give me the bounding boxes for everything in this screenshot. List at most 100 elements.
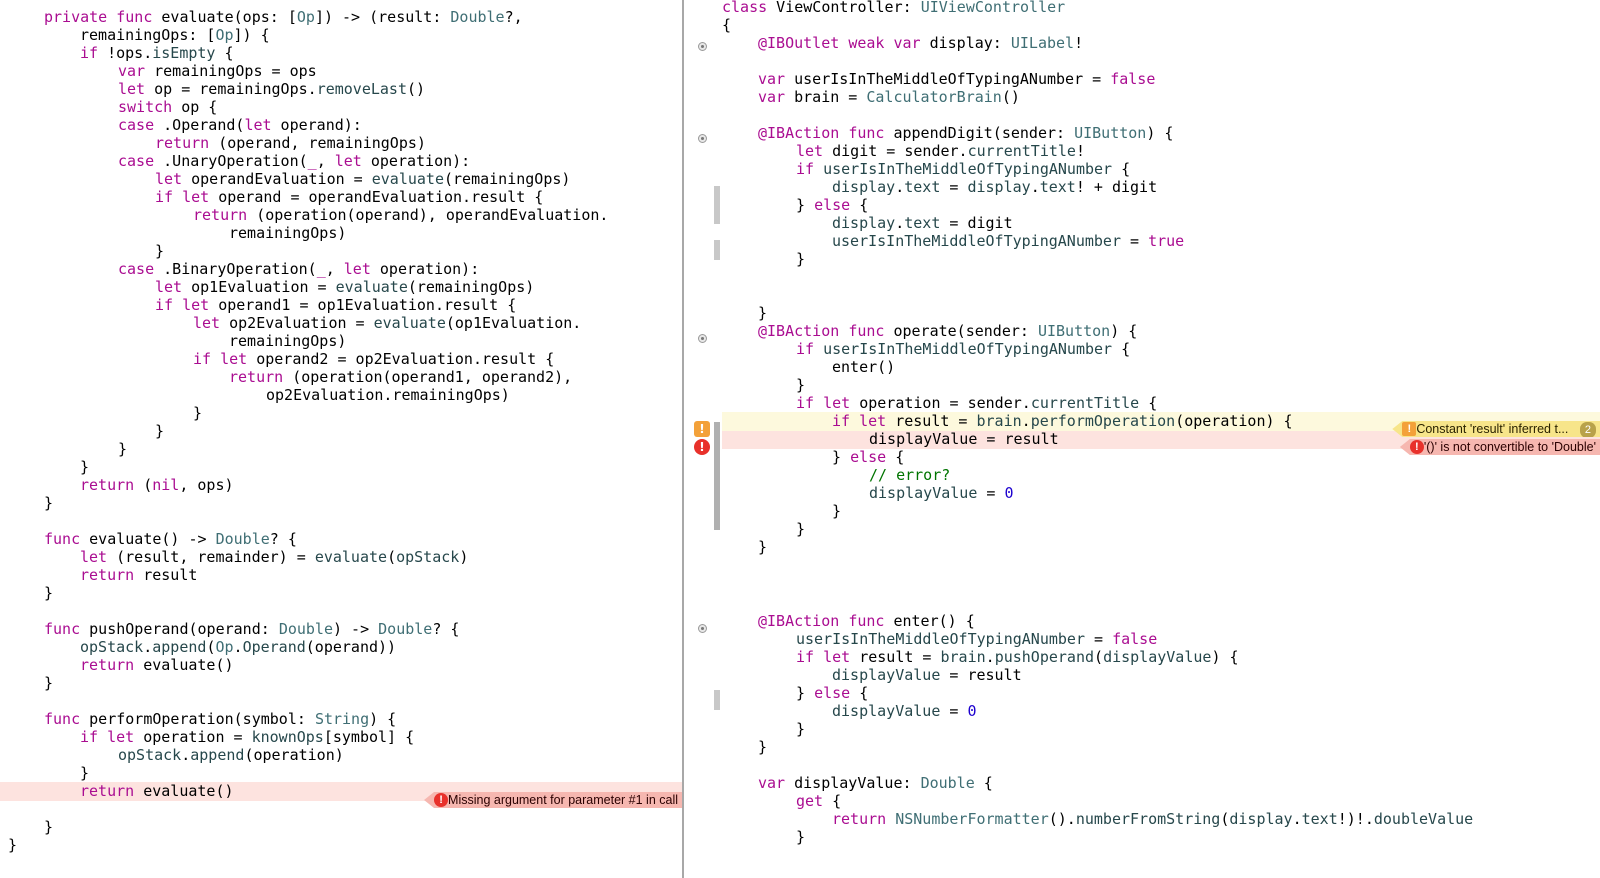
code-line[interactable]: displayValue = 0 [722,484,1600,503]
code-line[interactable]: @IBAction func enter() { [722,612,1600,631]
code-line[interactable]: } [722,720,1600,739]
code-token: ( [134,476,153,494]
code-line[interactable]: } [0,584,682,603]
code-line[interactable]: } [0,674,682,693]
code-line[interactable]: let operandEvaluation = evaluate(remaini… [0,170,682,189]
code-line[interactable]: } [0,242,682,261]
code-line[interactable]: if let operand = operandEvaluation.resul… [0,188,682,207]
code-line[interactable]: let (result, remainder) = evaluate(opSta… [0,548,682,567]
code-line[interactable]: displayValue = result [722,666,1600,685]
code-line[interactable]: func performOperation(symbol: String) { [0,710,682,729]
right-gutter[interactable]: ! ! [684,0,722,878]
breakpoint-marker[interactable] [698,134,707,143]
breakpoint-marker[interactable] [698,42,707,51]
code-line[interactable]: } [0,422,682,441]
code-line[interactable]: displayValue = 0 [722,702,1600,721]
code-line[interactable]: } [722,304,1600,323]
code-line[interactable]: userIsInTheMiddleOfTypingANumber = true [722,232,1600,251]
code-line[interactable]: } [722,828,1600,847]
code-line[interactable]: return (operand, remainingOps) [0,134,682,153]
code-line[interactable]: case .UnaryOperation(_, let operation): [0,152,682,171]
code-line[interactable]: private func evaluate(ops: [Op]) -> (res… [0,8,682,27]
code-line[interactable]: { [722,16,1600,35]
right-warning-badge[interactable]: ! Constant 'result' inferred t... 2 [1392,421,1600,437]
code-line[interactable]: if let operand2 = op2Evaluation.result { [0,350,682,369]
code-text: let operandEvaluation = evaluate(remaini… [155,170,570,189]
code-line[interactable]: } [722,738,1600,757]
code-line[interactable]: if userIsInTheMiddleOfTypingANumber { [722,340,1600,359]
code-line[interactable]: opStack.append(Op.Operand(operand)) [0,638,682,657]
code-line[interactable]: var userIsInTheMiddleOfTypingANumber = f… [722,70,1600,89]
code-line[interactable]: display.text = digit [722,214,1600,233]
code-line[interactable]: } [0,404,682,423]
code-line[interactable]: } [722,502,1600,521]
code-line[interactable]: remainingOps) [0,224,682,243]
breakpoint-marker[interactable] [698,624,707,633]
code-line[interactable]: op2Evaluation.remainingOps) [0,386,682,405]
code-line[interactable]: let op1Evaluation = evaluate(remainingOp… [0,278,682,297]
code-token: () [1001,88,1020,106]
code-line[interactable]: } [722,520,1600,539]
code-line[interactable]: } [0,458,682,477]
code-line[interactable]: } [0,836,682,855]
code-line[interactable]: return NSNumberFormatter().numberFromStr… [722,810,1600,829]
code-token: } [44,674,54,692]
code-line[interactable]: return result [0,566,682,585]
code-line[interactable]: if let operand1 = op1Evaluation.result { [0,296,682,315]
code-line[interactable]: if let operation = sender.currentTitle { [722,394,1600,413]
code-line[interactable]: if let result = brain.pushOperand(displa… [722,648,1600,667]
code-line[interactable]: remainingOps: [Op]) { [0,26,682,45]
code-line[interactable]: return evaluate() [0,656,682,675]
code-line[interactable]: func pushOperand(operand: Double) -> Dou… [0,620,682,639]
code-line[interactable]: return (operation(operand), operandEvalu… [0,206,682,225]
code-line[interactable]: var remainingOps = ops [0,62,682,81]
code-line[interactable]: case .BinaryOperation(_, let operation): [0,260,682,279]
code-token: if [796,648,815,666]
code-line[interactable]: @IBOutlet weak var display: UILabel! [722,34,1600,53]
code-line[interactable]: var brain = CalculatorBrain() [722,88,1600,107]
code-line[interactable]: } [722,538,1600,557]
code-line[interactable]: } [722,376,1600,395]
code-line[interactable]: let op2Evaluation = evaluate(op1Evaluati… [0,314,682,333]
code-line[interactable]: case .Operand(let operand): [0,116,682,135]
code-line[interactable]: class ViewController: UIViewController [722,0,1600,17]
code-line[interactable]: get { [722,792,1600,811]
code-line[interactable]: return (operation(operand1, operand2), [0,368,682,387]
code-token: = [940,702,968,720]
code-line[interactable]: } else { [722,196,1600,215]
code-line[interactable]: if userIsInTheMiddleOfTypingANumber { [722,160,1600,179]
code-line[interactable]: display.text = display.text! + digit [722,178,1600,197]
code-token: () [407,80,426,98]
code-line[interactable]: let op = remainingOps.removeLast() [0,80,682,99]
code-line[interactable]: return (nil, ops) [0,476,682,495]
code-line[interactable]: } [0,818,682,837]
code-line[interactable]: if let operation = knownOps[symbol] { [0,728,682,747]
code-line[interactable]: } [722,250,1600,269]
code-line[interactable]: func evaluate() -> Double? { [0,530,682,549]
code-line[interactable]: } [0,494,682,513]
error-icon[interactable]: ! [694,439,710,455]
code-line[interactable]: if !ops.isEmpty { [0,44,682,63]
code-line[interactable]: userIsInTheMiddleOfTypingANumber = false [722,630,1600,649]
left-editor-pane[interactable]: }} return evaluate()} opStack.append(opera… [0,0,682,878]
code-line[interactable]: remainingOps) [0,332,682,351]
code-line[interactable]: } else { [722,684,1600,703]
breakpoint-marker[interactable] [698,334,707,343]
left-error-badge[interactable]: ! Missing argument for parameter #1 in c… [424,792,682,808]
code-token: evaluate [373,314,446,332]
code-line[interactable]: switch op { [0,98,682,117]
right-editor-pane[interactable]: } return NSNumberFormatter().numberFromSt… [722,0,1600,878]
code-line[interactable]: opStack.append(operation) [0,746,682,765]
code-line[interactable]: enter() [722,358,1600,377]
code-line[interactable]: @IBAction func appendDigit(sender: UIBut… [722,124,1600,143]
code-line[interactable]: } [0,764,682,783]
code-line[interactable]: var displayValue: Double { [722,774,1600,793]
code-line[interactable]: // error? [722,466,1600,485]
code-line[interactable]: let digit = sender.currentTitle! [722,142,1600,161]
code-line[interactable]: } [0,440,682,459]
code-line[interactable]: @IBAction func operate(sender: UIButton)… [722,322,1600,341]
code-token: var [758,70,786,88]
code-text: } [796,720,805,739]
warning-icon[interactable]: ! [694,421,710,437]
right-error-badge[interactable]: ! '()' is not convertible to 'Double' [1399,439,1600,455]
